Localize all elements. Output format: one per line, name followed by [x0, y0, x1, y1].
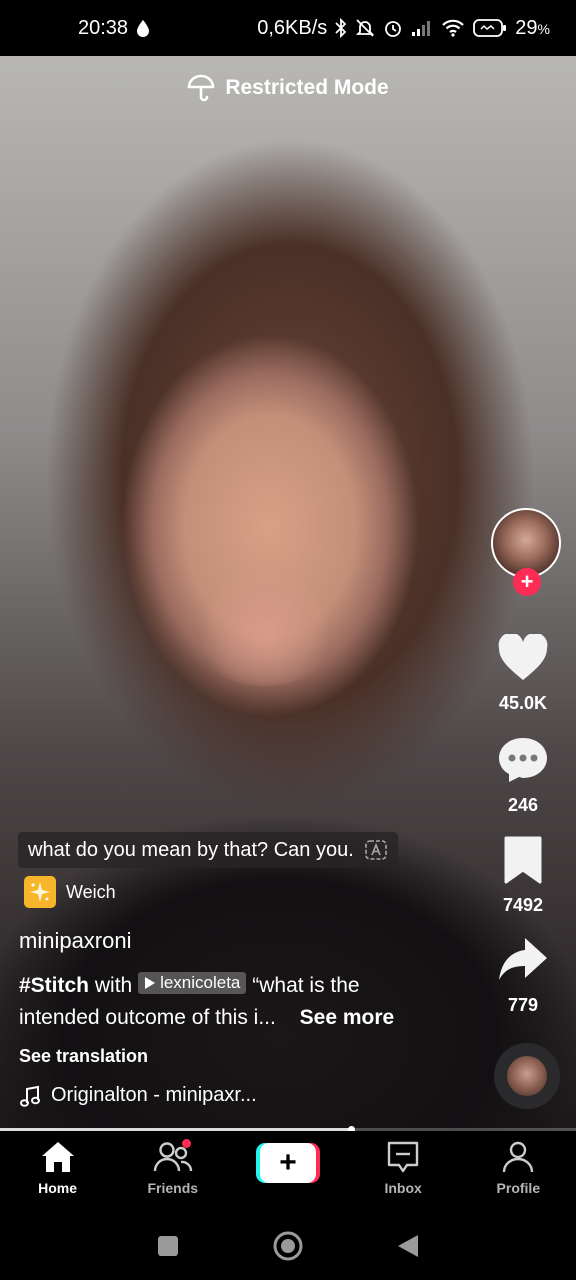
share-count: 779 — [507, 995, 539, 1015]
alarm-icon — [383, 18, 403, 38]
creator-username[interactable]: minipaxroni — [19, 928, 132, 954]
status-left: 20:38 — [78, 17, 150, 40]
nav-create[interactable]: + — [238, 1139, 338, 1183]
nav-inbox-label: Inbox — [384, 1180, 422, 1196]
see-more-link[interactable]: See more — [300, 1006, 395, 1029]
share-arrow-icon — [470, 936, 576, 989]
nav-friends-label: Friends — [147, 1180, 199, 1196]
heart-icon — [470, 632, 576, 687]
video-frame — [190, 576, 340, 686]
stitched-video-link[interactable]: lexnicoleta — [138, 972, 247, 994]
wifi-icon — [441, 19, 465, 37]
drop-icon — [136, 19, 150, 37]
clock: 20:38 — [78, 16, 129, 39]
sound-link[interactable]: Originalton - minipaxr... — [19, 1084, 257, 1107]
restricted-mode-banner[interactable]: Restricted Mode — [0, 74, 576, 102]
music-note-icon — [19, 1085, 41, 1107]
plus-icon: + — [259, 1143, 316, 1183]
sparkle-icon — [24, 876, 56, 908]
bottom-nav: Home Friends + Inbox Profile — [0, 1131, 576, 1211]
play-icon — [145, 977, 156, 989]
recents-icon[interactable] — [156, 1234, 180, 1258]
auto-caption-icon[interactable] — [364, 839, 388, 861]
home-icon — [41, 1142, 74, 1172]
quote-line-2: intended outcome of this i... — [19, 1006, 276, 1029]
network-speed: 0,6KB/s — [257, 16, 328, 39]
nav-home[interactable]: Home — [8, 1139, 108, 1196]
signal-icon — [411, 19, 433, 37]
effect-name: Weich — [66, 881, 116, 902]
umbrella-icon — [187, 74, 215, 102]
save-count: 7492 — [502, 895, 544, 915]
comment-icon — [470, 736, 576, 789]
profile-icon — [503, 1141, 534, 1173]
mention-username: lexnicoleta — [160, 973, 241, 992]
sound-disc[interactable] — [494, 1043, 560, 1109]
follow-button[interactable]: + — [513, 568, 541, 596]
restricted-mode-label: Restricted Mode — [225, 76, 389, 99]
sound-disc-avatar — [507, 1056, 547, 1096]
system-nav-bar — [0, 1211, 576, 1280]
nav-inbox[interactable]: Inbox — [353, 1139, 453, 1196]
friends-notification-dot — [181, 1139, 191, 1148]
nav-home-label: Home — [38, 1180, 78, 1196]
create-button[interactable]: + — [255, 1143, 320, 1183]
share-button[interactable]: 779 — [470, 936, 576, 1016]
back-icon[interactable] — [396, 1233, 420, 1259]
mute-icon — [355, 18, 375, 38]
battery-level: 29% — [515, 16, 550, 39]
inbox-icon — [387, 1141, 419, 1173]
comment-count: 246 — [507, 795, 539, 815]
auto-caption[interactable]: what do you mean by that? Can you. — [18, 832, 398, 868]
save-button[interactable]: 7492 — [470, 836, 576, 916]
nav-profile[interactable]: Profile — [468, 1139, 568, 1196]
bookmark-icon — [470, 836, 576, 889]
like-button[interactable]: 45.0K — [470, 632, 576, 714]
post-description: #Stitch with lexnicoleta “what is the in… — [19, 970, 449, 1034]
quote-line-1: “what is the — [252, 974, 360, 997]
creator-avatar-wrap[interactable]: + — [491, 508, 563, 596]
nav-friends[interactable]: Friends — [123, 1139, 223, 1196]
nav-profile-label: Profile — [496, 1180, 541, 1196]
bluetooth-icon — [335, 18, 347, 38]
sound-name: Originalton - minipaxr... — [51, 1084, 257, 1106]
effect-tag[interactable]: Weich — [24, 876, 116, 908]
hashtag-stitch[interactable]: #Stitch — [19, 974, 89, 997]
comment-button[interactable]: 246 — [470, 736, 576, 816]
caption-text: what do you mean by that? Can you. — [28, 838, 354, 861]
status-right: 0,6KB/s 29% — [257, 17, 550, 40]
battery-icon — [473, 18, 507, 38]
status-bar: 20:38 0,6KB/s 29% — [0, 0, 576, 56]
with-word: with — [94, 974, 133, 997]
see-translation-link[interactable]: See translation — [19, 1046, 148, 1067]
like-count: 45.0K — [498, 693, 548, 713]
home-circle-icon[interactable] — [272, 1230, 304, 1262]
